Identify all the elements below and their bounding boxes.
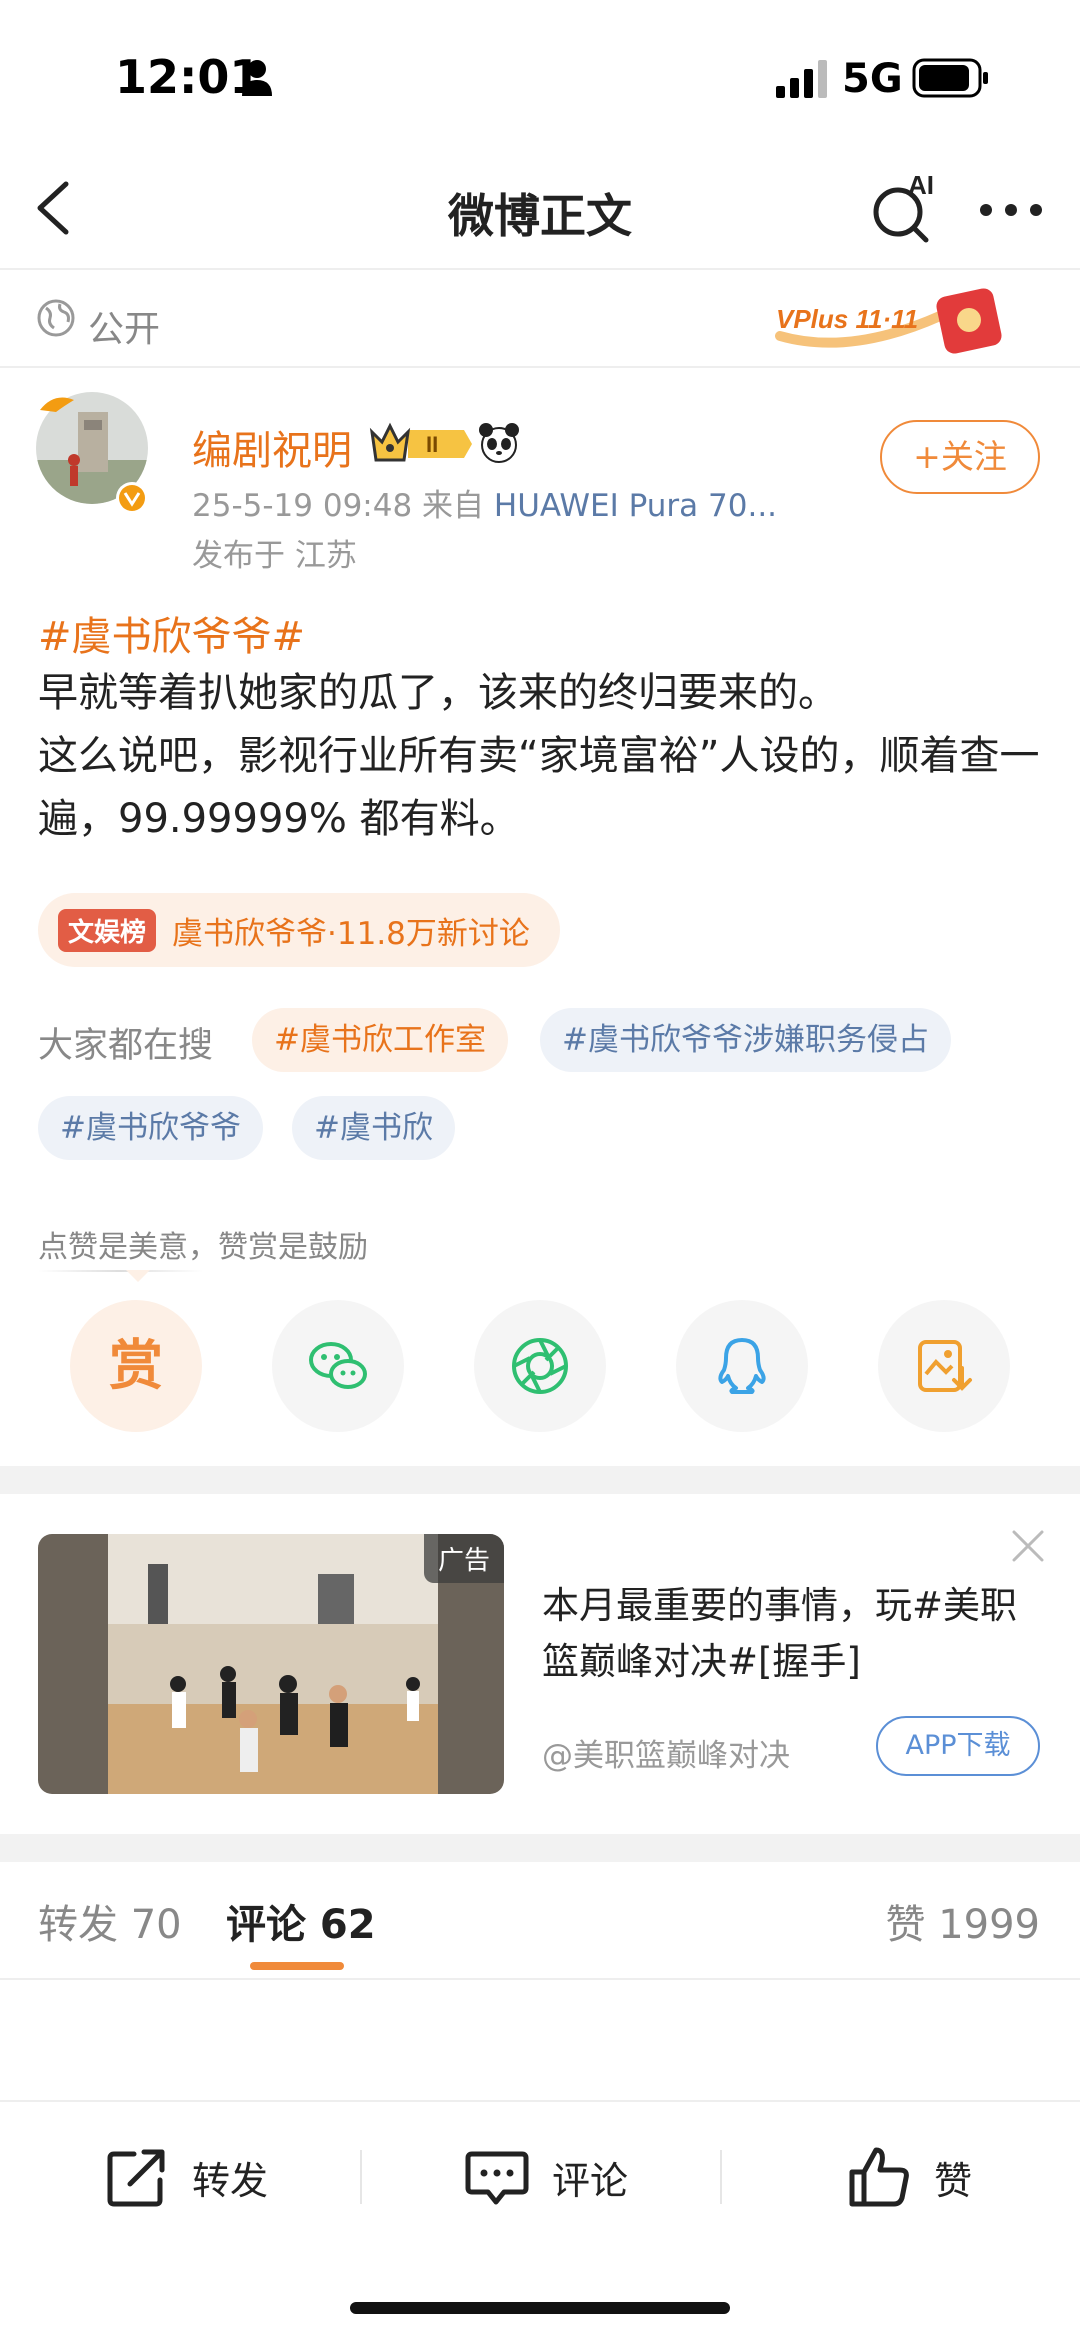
close-icon[interactable]: [1008, 1526, 1048, 1566]
reward-label: 点赞是美意，赞赏是鼓励: [38, 1230, 368, 1265]
bar-separator: [360, 2150, 362, 2204]
vplus-text: VPlus 11·11: [776, 304, 918, 334]
share-moments-button[interactable]: [474, 1300, 606, 1432]
qq-icon: [718, 1338, 766, 1394]
repost-label: 转发: [192, 2158, 269, 2203]
nav-bar: 微博正文 AI: [0, 150, 1080, 270]
avatar[interactable]: [34, 390, 154, 520]
more-icon[interactable]: [976, 200, 1046, 220]
follow-button[interactable]: +关注: [880, 420, 1040, 494]
vplus-banner[interactable]: VPlus 11·11: [770, 276, 1010, 364]
thumbs-up-icon: [849, 2147, 909, 2207]
tab-indicator: [250, 1962, 344, 1970]
person-icon: [242, 60, 272, 96]
tab-comment[interactable]: 评论 62: [226, 1892, 376, 1950]
level-badge-icon: II: [369, 422, 472, 462]
post-location: 发布于 江苏: [192, 538, 357, 574]
visibility-label: 公开: [88, 309, 161, 350]
bottom-action-bar: 转发 评论 赞: [0, 2100, 1080, 2250]
share-wechat-button[interactable]: [272, 1300, 404, 1432]
status-bar: 12:01 5G: [0, 0, 1080, 150]
ad-image[interactable]: 广告: [38, 1534, 504, 1794]
search-chip[interactable]: #虞书欣爷爷涉嫌职务侵占: [540, 1008, 951, 1072]
section-divider: [0, 1834, 1080, 1862]
reward-char: 赏: [109, 1334, 163, 1397]
post-time: 25-5-19 09:48 来自: [192, 488, 494, 524]
reward-divider: [38, 1270, 203, 1272]
trending-pill[interactable]: 文娱榜 虞书欣爷爷·11.8万新讨论: [38, 893, 560, 967]
search-chip[interactable]: #虞书欣爷爷: [38, 1096, 263, 1160]
tab-repost[interactable]: 转发 70: [38, 1892, 182, 1950]
section-divider: [0, 1466, 1080, 1494]
comment-button[interactable]: 评论: [464, 2102, 628, 2252]
repost-icon: [107, 2149, 165, 2207]
visibility-row: 公开 VPlus 11·11: [0, 272, 1080, 368]
like-button[interactable]: 赞: [846, 2102, 972, 2252]
post-text: 早就等着扒她家的瓜了，该来的终归要来的。 这么说吧，影视行业所有卖“家境富裕”人…: [38, 662, 1048, 851]
tabs-row: 转发 70 评论 62 赞 1999: [0, 1862, 1080, 1980]
post-meta: 25-5-19 09:48 来自 HUAWEI Pura 70...: [192, 480, 777, 525]
ad-badge: 广告: [423, 1534, 504, 1583]
repost-button[interactable]: 转发: [104, 2102, 268, 2252]
post-line: 这么说吧，影视行业所有卖“家境富裕”人设的，顺着查一遍，99.99999% 都有…: [38, 733, 1040, 842]
network-label: 5G: [842, 56, 903, 102]
tab-like[interactable]: 赞 1999: [885, 1892, 1040, 1950]
like-label: 赞: [934, 2158, 973, 2203]
home-indicator[interactable]: [350, 2302, 730, 2314]
ad-text[interactable]: 本月最重要的事情，玩#美职篮巅峰对决#[握手]: [542, 1578, 1032, 1690]
wechat-icon: [309, 1342, 367, 1389]
search-chip[interactable]: #虞书欣工作室: [252, 1008, 508, 1072]
comment-icon: [465, 2151, 529, 2205]
search-chip[interactable]: #虞书欣: [292, 1096, 455, 1160]
comment-label: 评论: [552, 2158, 629, 2203]
bar-separator: [720, 2150, 722, 2204]
ai-search-icon[interactable]: AI: [870, 170, 940, 244]
moments-icon: [512, 1338, 568, 1394]
search-label: 大家都在搜: [38, 1026, 214, 1066]
panda-icon: [479, 423, 519, 463]
reward-button[interactable]: 赏: [70, 1300, 202, 1432]
globe-icon: [37, 299, 75, 337]
trending-tag: 文娱榜: [58, 908, 157, 952]
save-image-icon: [918, 1340, 972, 1392]
trending-text: 虞书欣爷爷·11.8万新讨论: [172, 915, 530, 952]
battery-icon: [912, 58, 988, 98]
ai-label: AI: [908, 170, 934, 200]
author-name[interactable]: 编剧祝明: [192, 418, 352, 476]
ad-source[interactable]: @美职篮巅峰对决: [542, 1730, 790, 1775]
level-text: II: [426, 432, 438, 457]
share-qq-button[interactable]: [676, 1300, 808, 1432]
post-hashtag[interactable]: #虞书欣爷爷#: [38, 604, 305, 662]
post-line: 早就等着扒她家的瓜了，该来的终归要来的。: [38, 670, 838, 716]
app-download-button[interactable]: APP下载: [876, 1716, 1040, 1776]
save-image-button[interactable]: [878, 1300, 1010, 1432]
post-source[interactable]: HUAWEI Pura 70...: [494, 488, 777, 524]
caret-icon: [126, 1270, 150, 1282]
signal-icon: [776, 60, 827, 98]
